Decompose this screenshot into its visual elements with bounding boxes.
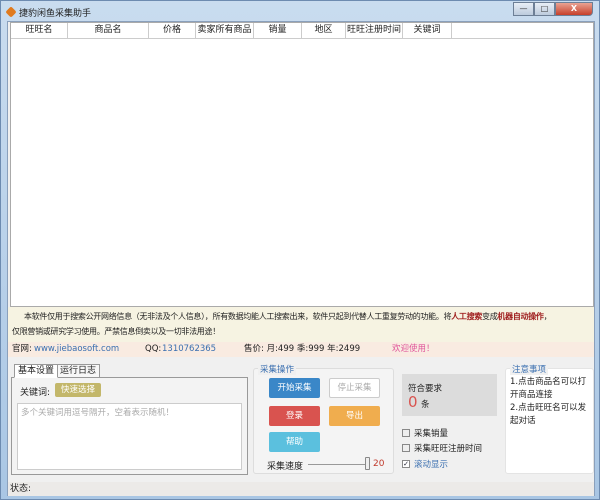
option-scroll-display[interactable]: ✓ 滚动显示 bbox=[402, 458, 448, 470]
result-box: 符合要求 0 条 bbox=[402, 374, 497, 416]
option-label: 采集旺旺注册时间 bbox=[414, 444, 483, 454]
title-bar: 捷豹闲鱼采集助手 bbox=[5, 5, 92, 19]
option-label: 采集销量 bbox=[414, 429, 449, 439]
qq-label: QQ: bbox=[145, 344, 162, 354]
notes-group: 注意事项 1.点击商品名可以打开商品连接 2.点击旺旺名可以发起对话 bbox=[505, 363, 594, 474]
note-item: 2.点击旺旺名可以发起对话 bbox=[510, 403, 587, 426]
app-window: 捷豹闲鱼采集助手 — □ X 旺旺名 商品名 价格 卖家所有商品 销量 地区 旺… bbox=[0, 0, 600, 500]
export-button[interactable]: 导出 bbox=[329, 406, 380, 426]
column-header[interactable]: 价格 bbox=[149, 23, 196, 38]
keyword-label: 关键词: bbox=[20, 388, 51, 398]
window-title: 捷豹闲鱼采集助手 bbox=[19, 8, 92, 19]
notes-legend: 注意事项 bbox=[510, 363, 549, 375]
speed-slider-thumb[interactable] bbox=[365, 457, 370, 470]
speed-value: 20 bbox=[373, 459, 385, 469]
quick-select-button[interactable]: 快速选择 bbox=[55, 383, 101, 397]
column-header[interactable]: 销量 bbox=[254, 23, 302, 38]
site-label: 官网: bbox=[12, 344, 32, 354]
column-header[interactable]: 关键词 bbox=[403, 23, 452, 38]
option-collect-sales[interactable]: 采集销量 bbox=[402, 427, 448, 439]
tab-run-log[interactable]: 运行日志 bbox=[56, 364, 101, 378]
results-table[interactable]: 旺旺名 商品名 价格 卖家所有商品 销量 地区 旺旺注册时间 关键词 bbox=[10, 22, 594, 307]
stop-button[interactable]: 停止采集 bbox=[329, 378, 380, 398]
help-button[interactable]: 帮助 bbox=[269, 432, 320, 452]
disclaimer-text: ， bbox=[543, 312, 552, 321]
note-item: 1.点击商品名可以打开商品连接 bbox=[510, 377, 587, 400]
result-unit: 条 bbox=[421, 400, 430, 410]
welcome-text: 欢迎使用！ bbox=[392, 344, 435, 354]
disclaimer-text: 变成 bbox=[482, 312, 498, 321]
disclaimer-line2: 仅限营销或研究学习使用。严禁信息倒卖以及一切非法用途！ bbox=[12, 327, 220, 336]
info-bar: 官网: www.jiebaosoft.com QQ: 1310762365 售价… bbox=[8, 342, 594, 357]
actions-legend: 采集操作 bbox=[258, 363, 297, 375]
keyword-input[interactable]: 多个关键词用逗号隔开，空着表示随机！ bbox=[17, 403, 242, 470]
disclaimer-text: 本软件仅用于搜索公开网络信息（无非法及个人信息），所有数据均能人工搜索出来，软件… bbox=[24, 312, 452, 321]
actions-group: 采集操作 开始采集 停止采集 登录 导出 帮助 采集速度 20 bbox=[253, 363, 394, 474]
maximize-button[interactable]: □ bbox=[534, 2, 555, 16]
status-label: 状态: bbox=[10, 484, 32, 494]
minimize-button[interactable]: — bbox=[513, 2, 534, 16]
speed-slider[interactable] bbox=[308, 464, 368, 465]
disclaimer-highlight: 机器自动操作 bbox=[497, 312, 544, 321]
settings-panel: 关键词: 快速选择 多个关键词用逗号隔开，空着表示随机！ bbox=[11, 377, 248, 475]
start-button[interactable]: 开始采集 bbox=[269, 378, 320, 398]
column-header[interactable]: 旺旺名 bbox=[11, 23, 68, 38]
column-header[interactable]: 卖家所有商品 bbox=[196, 23, 254, 38]
column-header[interactable]: 地区 bbox=[302, 23, 346, 38]
disclaimer: 本软件仅用于搜索公开网络信息（无非法及个人信息），所有数据均能人工搜索出来，软件… bbox=[8, 307, 594, 342]
checkbox-icon[interactable] bbox=[402, 429, 410, 437]
qq-number[interactable]: 1310762365 bbox=[162, 342, 216, 357]
column-header[interactable]: 商品名 bbox=[68, 23, 149, 38]
price-text: 售价: 月:499 季:999 年:2499 bbox=[244, 344, 361, 354]
option-label: 滚动显示 bbox=[414, 460, 449, 470]
checkbox-checked-icon[interactable]: ✓ bbox=[402, 460, 410, 468]
table-header: 旺旺名 商品名 价格 卖家所有商品 销量 地区 旺旺注册时间 关键词 bbox=[11, 23, 593, 39]
app-icon bbox=[5, 6, 17, 18]
option-collect-reg-time[interactable]: 采集旺旺注册时间 bbox=[402, 442, 482, 454]
client-area: 旺旺名 商品名 价格 卖家所有商品 销量 地区 旺旺注册时间 关键词 本软件仅用… bbox=[7, 21, 595, 496]
result-count: 0 bbox=[408, 393, 418, 411]
close-button[interactable]: X bbox=[555, 2, 593, 16]
speed-label: 采集速度 bbox=[267, 462, 304, 472]
site-link[interactable]: www.jiebaosoft.com bbox=[34, 342, 119, 357]
checkbox-icon[interactable] bbox=[402, 444, 410, 452]
tab-basic-settings[interactable]: 基本设置 bbox=[14, 364, 59, 378]
status-bar: 状态: bbox=[8, 482, 594, 496]
column-header[interactable]: 旺旺注册时间 bbox=[346, 23, 403, 38]
disclaimer-highlight: 人工搜索 bbox=[451, 312, 483, 321]
login-button[interactable]: 登录 bbox=[269, 406, 320, 426]
